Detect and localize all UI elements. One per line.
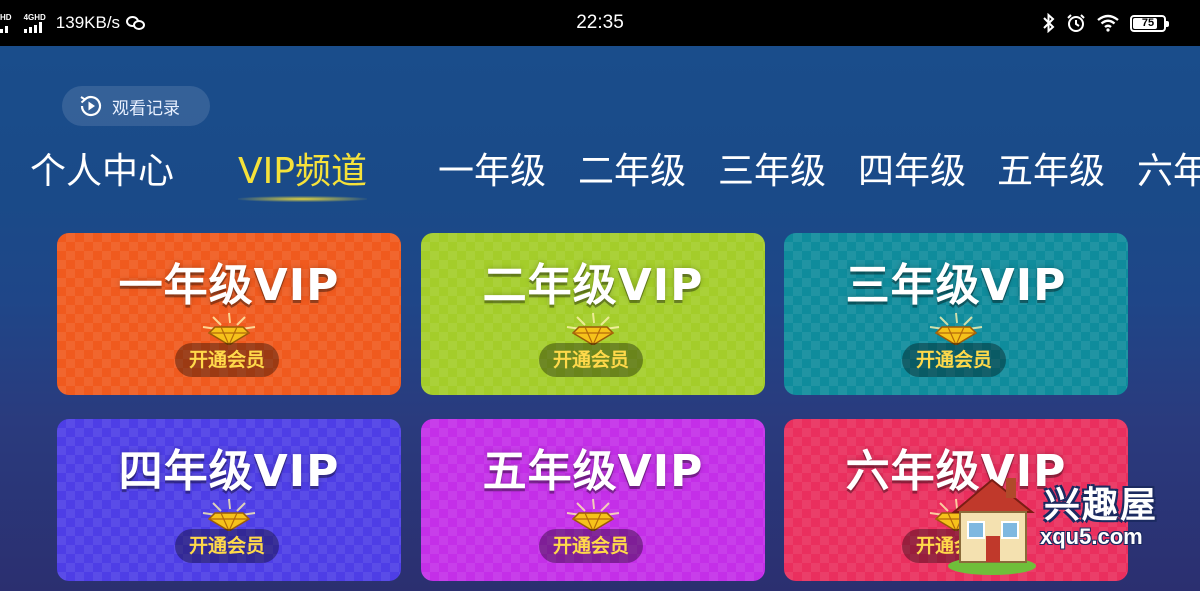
tab-personal-center[interactable]: 个人中心 <box>30 146 174 198</box>
status-right: 75 <box>1042 0 1169 46</box>
watch-history-button[interactable]: 观看记录 <box>62 86 210 126</box>
watch-history-label: 观看记录 <box>112 98 180 119</box>
active-tab-indicator <box>238 196 367 202</box>
card-title: 三年级VIP <box>845 260 1067 311</box>
diamond-icon <box>202 498 256 531</box>
vip-card-grade-1[interactable]: 一年级VIP 开通会员 <box>57 233 401 395</box>
card-title: 二年级VIP <box>482 260 704 311</box>
diamond-icon <box>929 312 983 345</box>
wifi-icon <box>1097 14 1119 32</box>
watermark-url: xqu5.com <box>1040 524 1143 549</box>
tab-label: 个人中心 <box>30 151 175 192</box>
status-time: 22:35 <box>576 12 624 33</box>
open-membership-button[interactable]: 开通会员 <box>175 529 279 563</box>
watermark-brand: 兴趣屋 <box>1044 485 1159 526</box>
tab-label: 二年级 <box>578 151 687 192</box>
watermark: 兴趣屋 xqu5.com <box>940 468 1180 586</box>
tab-label: 一年级 <box>438 151 547 192</box>
vip-card-grade-5[interactable]: 五年级VIP 开通会员 <box>421 419 765 581</box>
battery-icon: 75 <box>1130 14 1169 32</box>
open-membership-button[interactable]: 开通会员 <box>539 343 643 377</box>
card-title: 五年级VIP <box>482 446 704 497</box>
tab-label: 五年级 <box>997 151 1106 192</box>
bluetooth-icon <box>1043 13 1055 33</box>
tab-grade-6[interactable]: 六年级 <box>1137 146 1200 198</box>
tab-grade-5[interactable]: 五年级 <box>997 146 1105 198</box>
card-title: 一年级VIP <box>118 260 340 311</box>
tab-label: 四年级 <box>858 151 967 192</box>
tab-grade-2[interactable]: 二年级 <box>578 146 686 198</box>
alarm-icon <box>1067 14 1085 32</box>
diamond-icon <box>202 312 256 345</box>
vip-card-grade-3[interactable]: 三年级VIP 开通会员 <box>784 233 1128 395</box>
play-history-icon <box>80 95 102 117</box>
open-membership-button[interactable]: 开通会员 <box>175 343 279 377</box>
tab-grade-4[interactable]: 四年级 <box>858 146 966 198</box>
tab-label: 六年级 <box>1137 151 1200 192</box>
tab-vip-channel[interactable]: VIP频道 <box>238 146 367 202</box>
battery-level: 75 <box>1141 16 1155 29</box>
card-title: 四年级VIP <box>118 446 340 497</box>
open-membership-button[interactable]: 开通会员 <box>539 529 643 563</box>
tab-grade-1[interactable]: 一年级 <box>438 146 546 198</box>
open-membership-button[interactable]: 开通会员 <box>902 343 1006 377</box>
vip-card-grade-2[interactable]: 二年级VIP 开通会员 <box>421 233 765 395</box>
house-logo-icon <box>948 478 1036 575</box>
tab-label: VIP频道 <box>238 151 367 192</box>
diamond-icon <box>566 498 620 531</box>
vip-card-grade-4[interactable]: 四年级VIP 开通会员 <box>57 419 401 581</box>
status-bar: HD 4GHD 139KB/s 22:35 75 <box>0 0 1200 46</box>
tab-label: 三年级 <box>718 151 827 192</box>
category-tabs: 个人中心 VIP频道 一年级 二年级 三年级 四年级 五年级 六年级 <box>0 146 1200 202</box>
tab-grade-3[interactable]: 三年级 <box>718 146 826 198</box>
diamond-icon <box>566 312 620 345</box>
